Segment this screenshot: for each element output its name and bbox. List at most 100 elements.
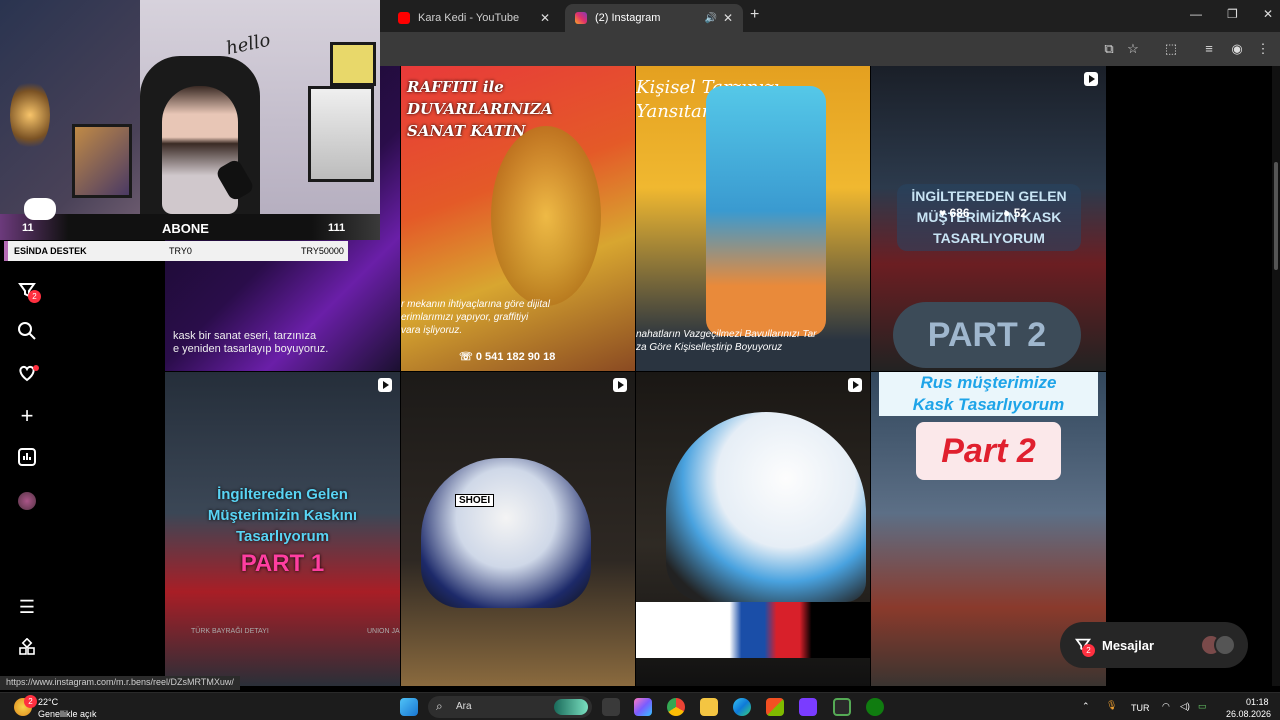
donation-bar: ESİNDA DESTEK TRY0 TRY50000 — [4, 241, 348, 261]
donation-max: TRY50000 — [301, 246, 344, 256]
notification-dot — [33, 365, 39, 371]
post-tile-bmw-helmet[interactable] — [636, 372, 870, 686]
streamer — [162, 86, 238, 214]
chart-icon[interactable] — [16, 448, 38, 470]
edge-icon[interactable] — [733, 698, 751, 716]
youtube-icon — [398, 12, 410, 24]
install-app-icon[interactable]: ⧉ — [1100, 40, 1118, 58]
weather-temp: 22°C — [38, 697, 59, 707]
restore-icon[interactable]: ❐ — [1227, 7, 1238, 21]
post-title: İngiltereden Gelen Müşterimizin Kaskını … — [207, 486, 358, 545]
tab-label: Kara Kedi - YouTube — [418, 12, 520, 24]
wifi-icon[interactable]: ◠ — [1162, 701, 1170, 712]
brand-label: SHOEI — [455, 494, 495, 507]
tab-instagram[interactable]: (2) Instagram 🔊 ✕ — [565, 4, 743, 32]
tab-youtube[interactable]: Kara Kedi - YouTube ✕ — [388, 4, 560, 32]
file-explorer-icon[interactable] — [700, 698, 718, 716]
painting-frame — [72, 124, 132, 198]
messages-badge: 2 — [1082, 644, 1095, 657]
painting-frame — [330, 42, 376, 86]
copilot-icon[interactable] — [634, 698, 652, 716]
weather-desc: Genellikle açık — [38, 709, 97, 719]
volume-icon[interactable]: ◁) — [1180, 701, 1190, 712]
new-tab-button[interactable]: + — [750, 6, 759, 24]
like-count: ♥ 686 — [939, 206, 970, 220]
cat-icon — [24, 198, 56, 220]
media-controls-icon[interactable]: ≡ — [1200, 40, 1218, 58]
post-tile-uk-helmet-part2[interactable]: İNGİLTEREDEN GELEN MÜŞTERİMİZİN KASK TAS… — [871, 66, 1106, 371]
caption-union: UNION JA — [367, 628, 400, 635]
painting-frame — [308, 86, 374, 182]
stream-overlay-bar: 11 ABONE 111 — [0, 198, 380, 240]
helmet-image — [666, 412, 866, 602]
microphone-icon[interactable]: 🎙 — [1106, 700, 1117, 711]
search-icon: ⌕ — [436, 699, 443, 713]
chrome-icon[interactable] — [667, 698, 685, 716]
browser-toolbar: ⧉ ☆ ⬚ ≡ ◉ ⋮ — [380, 32, 1280, 66]
comments-text: 52 — [1013, 206, 1027, 220]
helmet-image — [421, 458, 591, 608]
post-title: İNGİLTEREDEN GELEN MÜŞTERİMİZİN KASK TAS… — [897, 184, 1081, 251]
language-indicator[interactable]: TUR — [1131, 703, 1150, 713]
speaker-icon[interactable]: 🔊 — [704, 13, 716, 24]
post-body: nahatların Vazgeçilmezi Bavullarınızı Ta… — [636, 329, 817, 353]
clock-date[interactable]: 26.08.2026 — [1226, 709, 1271, 719]
mural-figure — [491, 126, 601, 306]
close-icon[interactable]: ✕ — [540, 11, 550, 25]
task-view-icon[interactable] — [602, 698, 620, 716]
kebab-menu-icon[interactable]: ⋮ — [1254, 40, 1272, 58]
stripe-graphic — [636, 602, 870, 658]
post-tile-shoei-helmet[interactable]: SHOEI — [401, 372, 635, 686]
donation-min: TRY0 — [169, 246, 192, 256]
bookmark-star-icon[interactable]: ☆ — [1124, 40, 1142, 58]
part-label: Part 2 — [916, 422, 1061, 480]
stream-abone-label: ABONE — [162, 221, 209, 236]
windows-start-icon[interactable] — [400, 698, 418, 716]
caption-flag: TÜRK BAYRAĞI DETAYI — [191, 628, 269, 635]
post-caption: kask bir sanat eseri, tarzınıza e yenide… — [173, 330, 329, 355]
extensions-icon[interactable]: ⬚ — [1162, 40, 1180, 58]
reel-icon — [848, 378, 862, 392]
post-title: RAFFITI ile DUVARLARINIZA SANAT KATIN — [407, 78, 553, 140]
menu-icon[interactable]: ☰ — [16, 596, 38, 618]
messages-button[interactable]: 2 Mesajlar — [1060, 622, 1248, 668]
luggage-image — [706, 86, 826, 336]
page-scrollbar[interactable] — [1272, 66, 1280, 686]
reel-icon — [1084, 72, 1098, 86]
donation-label: ESİNDA DESTEK — [14, 246, 87, 256]
part-label: PART 2 — [893, 302, 1081, 368]
stream-count-right: 111 — [328, 222, 346, 234]
comment-count: ● 52 — [1003, 206, 1027, 220]
tab-label: (2) Instagram — [595, 12, 661, 24]
store-icon[interactable] — [766, 698, 784, 716]
close-window-icon[interactable]: ✕ — [1263, 7, 1273, 21]
plus-icon[interactable]: + — [16, 405, 38, 427]
likes-text: 686 — [949, 206, 970, 220]
part-label: PART 1 — [240, 550, 325, 577]
avatar[interactable] — [16, 490, 38, 512]
search-icon[interactable] — [16, 321, 38, 343]
weather-badge: 2 — [24, 695, 37, 708]
xbox-icon[interactable] — [866, 698, 884, 716]
tray-overflow-icon[interactable]: ⌃ — [1082, 701, 1090, 712]
instagram-icon — [575, 12, 587, 24]
close-icon[interactable]: ✕ — [723, 11, 733, 25]
status-url: https://www.instagram.com/m.r.bens/reel/… — [0, 676, 240, 690]
profile-icon[interactable]: ◉ — [1228, 40, 1246, 58]
minimize-icon[interactable]: — — [1190, 7, 1202, 21]
taskbar-search[interactable]: ⌕ Ara — [428, 696, 592, 718]
reel-icon — [378, 378, 392, 392]
browser-tabstrip: Kara Kedi - YouTube ✕ (2) Instagram 🔊 ✕ … — [380, 0, 1280, 32]
battery-icon[interactable]: ▭ — [1198, 701, 1207, 712]
phone-text: 0 541 182 90 18 — [475, 351, 556, 363]
post-tile-luggage[interactable]: Kişisel Tarzınızı Yansıtan Bavullar! nah… — [636, 66, 870, 371]
post-body: r mekanın ihtiyaçlarına göre dijital eri… — [401, 299, 550, 336]
post-tile-graffiti[interactable]: RAFFITI ile DUVARLARINIZA SANAT KATIN r … — [401, 66, 635, 371]
obs-icon[interactable] — [833, 698, 851, 716]
app-icon[interactable] — [799, 698, 817, 716]
more-icon[interactable] — [16, 637, 38, 660]
scrollbar-thumb[interactable] — [1274, 162, 1278, 270]
post-tile-uk-helmet-part1[interactable]: İngiltereden Gelen Müşterimizin Kaskını … — [165, 372, 400, 686]
notification-badge: 2 — [28, 290, 41, 303]
clock-time[interactable]: 01:18 — [1246, 697, 1269, 707]
